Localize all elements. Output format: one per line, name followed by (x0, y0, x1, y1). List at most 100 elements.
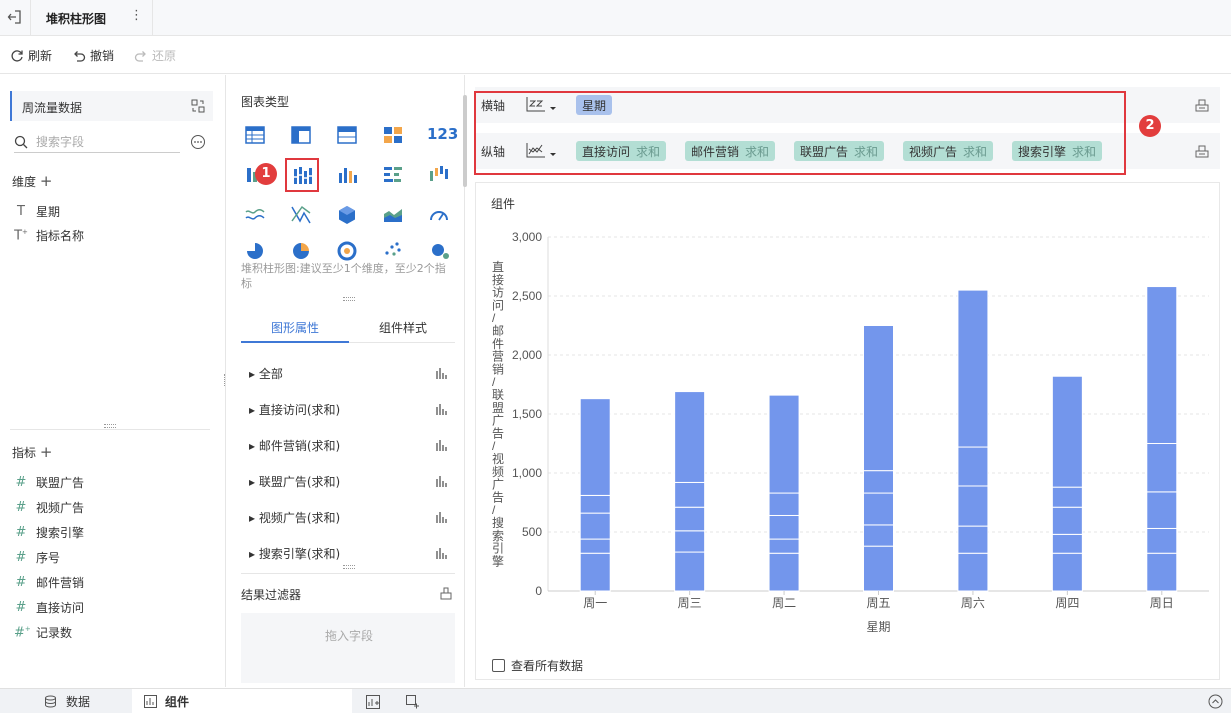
dimension-field[interactable]: T+ 指标名称 (14, 227, 84, 244)
collapse-up-icon[interactable] (1208, 694, 1223, 709)
toolbar: 刷新 撤销 还原 (0, 36, 1231, 74)
bar-segment (863, 524, 894, 547)
pie-chart-icon[interactable] (243, 239, 267, 263)
kpi-number-icon[interactable]: 123 (427, 125, 458, 143)
divider (10, 429, 210, 430)
rose-chart-icon[interactable] (335, 239, 359, 263)
text-calc-icon: T+ (14, 227, 28, 244)
refresh-button[interactable]: 刷新 (10, 47, 52, 64)
y-tick-label: 3,000 (512, 230, 542, 244)
search-placeholder: 搜索字段 (36, 135, 85, 149)
refresh-label: 刷新 (28, 49, 53, 63)
hexagon-map-icon[interactable] (335, 203, 359, 227)
dimension-field[interactable]: T 星期 (14, 203, 60, 220)
resize-handle[interactable] (343, 297, 355, 301)
bar-segment (674, 506, 706, 532)
bar-settings-icon[interactable] (435, 547, 449, 559)
search-field-input[interactable]: 搜索字段 (14, 133, 180, 153)
add-dimension-icon[interactable]: + (40, 172, 53, 190)
bar-settings-icon[interactable] (435, 403, 449, 415)
measure-field[interactable]: #+ 记录数 (14, 624, 72, 641)
x-tick-label: 周五 (866, 596, 890, 610)
divider (30, 0, 31, 36)
bar-compare-icon[interactable] (381, 163, 405, 187)
multi-line-icon[interactable] (289, 203, 313, 227)
exit-icon[interactable] (6, 9, 22, 25)
chart-config-panel: 图表类型 123 1 堆积柱形图:建议至少1个维度，至少2个指标 图形属性 组件… (227, 75, 467, 687)
add-component-icon[interactable] (366, 695, 380, 709)
bar-segment (579, 538, 611, 554)
property-row[interactable]: ▸ 全部 (249, 365, 283, 382)
bar-chart-icon[interactable] (335, 163, 359, 187)
switch-dataset-icon[interactable] (191, 99, 205, 113)
area-chart-icon[interactable] (381, 203, 405, 227)
property-row[interactable]: ▸ 直接访问(求和) (249, 401, 340, 418)
view-all-data-toggle[interactable]: 查看所有数据 (492, 657, 583, 674)
number-icon: # (15, 550, 27, 565)
resize-handle[interactable] (104, 424, 116, 428)
bar-segment (674, 481, 706, 508)
bar-segment (863, 325, 894, 472)
detail-table-icon[interactable] (335, 123, 359, 147)
measure-field[interactable]: # 联盟广告 (14, 474, 84, 491)
gauge-icon[interactable] (427, 203, 451, 227)
measure-field[interactable]: # 序号 (14, 549, 60, 566)
more-icon[interactable]: ⋮ (130, 8, 143, 23)
add-measure-icon[interactable]: + (40, 443, 53, 461)
bar-segment (1051, 533, 1083, 554)
chart-icon (144, 695, 157, 708)
bar-segment (1146, 491, 1178, 529)
bar-settings-icon[interactable] (435, 439, 449, 451)
bar-settings-icon[interactable] (435, 367, 449, 379)
dataset-selector[interactable]: 周流量数据 (10, 91, 213, 121)
database-icon (45, 695, 56, 708)
redo-button[interactable]: 还原 (134, 47, 176, 64)
add-dashboard-icon[interactable] (406, 695, 420, 709)
stacked-bar-chart-option[interactable] (285, 158, 319, 192)
dimension-header: 维度 + (12, 172, 53, 190)
tab-component[interactable]: 组件 (132, 689, 352, 714)
property-row[interactable]: ▸ 联盟广告(求和) (249, 473, 340, 490)
tab-component-style[interactable]: 组件样式 (379, 319, 427, 336)
bar-settings-icon[interactable] (435, 511, 449, 523)
bar-segment (1146, 527, 1178, 554)
scrollbar[interactable] (463, 95, 467, 187)
undo-label: 撤销 (90, 49, 115, 63)
block-table-icon[interactable] (381, 123, 405, 147)
table-chart-icon[interactable] (243, 123, 267, 147)
property-row[interactable]: ▸ 搜索引擎(求和) (249, 545, 340, 562)
more-options-icon[interactable] (190, 134, 206, 150)
bar-segment (1146, 286, 1178, 444)
x-axis-settings-icon[interactable] (1194, 97, 1210, 113)
bar-settings-icon[interactable] (435, 475, 449, 487)
bar-segment (863, 545, 894, 592)
bubble-icon[interactable] (427, 239, 451, 263)
waterfall-icon[interactable] (427, 163, 451, 187)
measure-field[interactable]: # 邮件营销 (14, 574, 84, 591)
cross-table-icon[interactable] (289, 123, 313, 147)
filter-drop-zone[interactable]: 拖入字段 (241, 613, 455, 683)
x-axis-title: 星期 (866, 620, 890, 634)
measure-field[interactable]: # 直接访问 (14, 599, 84, 616)
property-row[interactable]: ▸ 视频广告(求和) (249, 509, 340, 526)
line-chart-icon[interactable] (243, 203, 267, 227)
resize-handle[interactable] (343, 565, 355, 569)
multi-pie-icon[interactable] (289, 239, 313, 263)
view-all-checkbox[interactable] (492, 659, 505, 672)
measure-field[interactable]: # 视频广告 (14, 499, 84, 516)
property-row[interactable]: ▸ 邮件营销(求和) (249, 437, 340, 454)
bar-segment (579, 398, 611, 496)
x-tick-label: 周三 (678, 596, 702, 610)
y-tick-label: 500 (522, 525, 542, 539)
x-tick-label: 周二 (772, 596, 796, 610)
dataset-name: 周流量数据 (22, 101, 83, 115)
undo-button[interactable]: 撤销 (72, 47, 114, 64)
tab-data[interactable]: 数据 (0, 689, 132, 714)
tab-graph-properties[interactable]: 图形属性 (271, 319, 319, 336)
redo-label: 还原 (152, 49, 177, 63)
measure-field[interactable]: # 搜索引擎 (14, 524, 84, 541)
scatter-icon[interactable] (381, 239, 405, 263)
y-axis-settings-icon[interactable] (1194, 143, 1210, 159)
filter-settings-icon[interactable] (439, 586, 453, 600)
number-icon: # (15, 525, 27, 540)
